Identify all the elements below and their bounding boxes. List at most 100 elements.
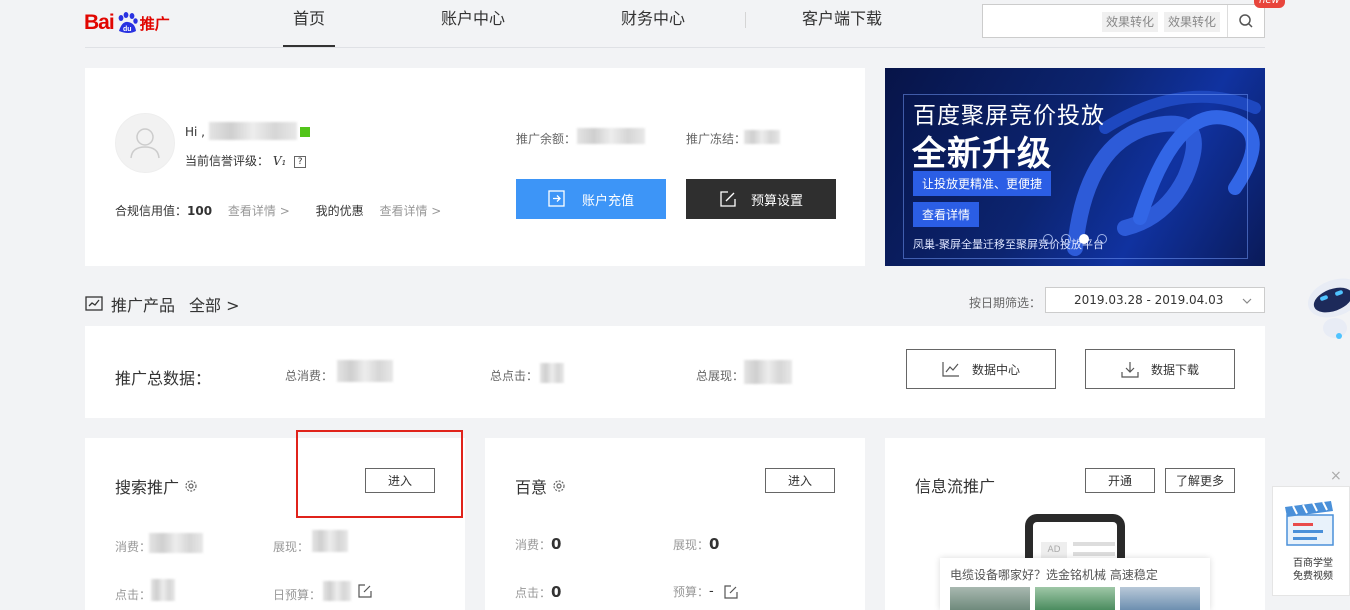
summary-card: 推广总数据： 总消费： 总点击： 总展现： 数据中心 数据下载: [85, 326, 1265, 418]
nav-home[interactable]: 首页: [283, 0, 335, 47]
total-impressions-redacted: [744, 360, 792, 384]
baiyi-impressions-label: 展现：: [673, 538, 710, 552]
banner-headline: 百度聚屏竞价投放: [913, 103, 1105, 129]
online-status-dot: [300, 127, 310, 137]
carousel-dot[interactable]: [1043, 234, 1053, 244]
edit-icon: [720, 191, 736, 207]
avatar[interactable]: [115, 113, 175, 173]
username-redacted: [209, 122, 297, 140]
baiyi-budget: 预算： -: [673, 583, 738, 600]
carousel-dot[interactable]: [1061, 234, 1071, 244]
ad-image: [950, 587, 1030, 610]
video-promo-widget[interactable]: 百商学堂 免费视频: [1272, 486, 1350, 596]
date-range-value: 2019.03.28 - 2019.04.03: [1074, 293, 1224, 307]
total-clicks-label: 总点击：: [490, 369, 539, 383]
top-header: Bai du 推广 首页 账户中心 财务中心 客户端下载 效果转化 效果转化 n…: [0, 0, 1350, 48]
baidu-tuiguang-logo[interactable]: Bai du 推广: [84, 6, 170, 40]
placeholder-line: [1073, 552, 1115, 556]
baiyi-card-header: 百意: [515, 474, 566, 498]
baiyi-spend-label: 消费：: [515, 538, 552, 552]
date-range-select[interactable]: 2019.03.28 - 2019.04.03: [1045, 287, 1265, 313]
products-section-title: 推广产品 全部 >: [85, 292, 240, 316]
line-chart-icon: [942, 362, 959, 377]
balance-label: 推广余额：: [516, 132, 577, 146]
carousel-dot-active[interactable]: [1079, 234, 1089, 244]
ad-image: [1035, 587, 1115, 610]
recharge-button[interactable]: 账户充值: [516, 179, 666, 219]
balance-redacted: [577, 128, 645, 144]
baiyi-clicks-value: 0: [551, 583, 562, 601]
search-card-header: 搜索推广: [115, 474, 198, 498]
nav-client-download[interactable]: 客户端下载: [799, 0, 885, 47]
products-all-link[interactable]: 全部 >: [189, 292, 240, 316]
banner-cta[interactable]: 查看详情: [913, 202, 980, 227]
search-spend-label: 消费：: [115, 540, 152, 554]
credit-rating: 当前信誉评级： V₁ ?: [185, 152, 307, 169]
close-icon[interactable]: ×: [1330, 468, 1342, 484]
assistant-robot[interactable]: [1305, 278, 1350, 346]
data-center-label: 数据中心: [971, 362, 1020, 377]
baiyi-card: 百意 进入 消费：0 展现：0 点击：0 预算： -: [485, 438, 865, 610]
paw-icon: du: [115, 11, 139, 35]
compliance-detail-link[interactable]: 查看详情 >: [228, 204, 290, 218]
chevron-down-icon: [1242, 298, 1252, 304]
ad-label: AD: [1041, 542, 1067, 558]
nav-account-center[interactable]: 账户中心: [437, 0, 509, 47]
baiyi-card-title: 百意: [515, 478, 548, 497]
greeting: Hi ,: [185, 125, 205, 139]
download-icon: [1121, 361, 1139, 378]
summary-title: 推广总数据：: [115, 369, 212, 388]
gear-icon[interactable]: [552, 479, 566, 493]
nav-finance-center[interactable]: 财务中心: [617, 0, 689, 47]
search-tag[interactable]: 效果转化: [1164, 12, 1221, 32]
total-clicks-redacted: [540, 363, 564, 383]
logo-bai: Bai: [84, 11, 115, 34]
total-spend-redacted: [337, 360, 393, 382]
edit-icon[interactable]: [358, 584, 372, 598]
baiyi-impressions: 展现：0: [673, 535, 719, 553]
new-badge: new: [1254, 0, 1285, 8]
banner-title: 全新升级: [912, 134, 1052, 174]
ad-popup[interactable]: 电缆设备哪家好？选金铭机械 高速稳定: [940, 558, 1210, 610]
feed-open-button[interactable]: 开通: [1085, 468, 1155, 493]
compliance-label: 合规信用值：: [115, 204, 188, 218]
feed-card-title: 信息流推广: [915, 477, 996, 496]
header-divider: [85, 47, 1265, 48]
budget-settings-label: 预算设置: [750, 193, 803, 209]
credit-label: 当前信誉评级：: [185, 154, 270, 168]
highlight-box: [296, 430, 463, 518]
search-spend-redacted: [149, 533, 203, 553]
carousel-dot[interactable]: [1097, 234, 1107, 244]
edit-icon[interactable]: [724, 584, 738, 599]
coupon-detail-link[interactable]: 查看详情 >: [379, 204, 441, 218]
search-budget-label: 日预算：: [273, 588, 322, 602]
search-box[interactable]: 效果转化 效果转化: [982, 4, 1265, 38]
search-impressions-label: 展现：: [273, 540, 310, 554]
ad-image: [1120, 587, 1200, 610]
compliance-value: 100: [187, 204, 213, 218]
gear-icon[interactable]: [184, 479, 198, 493]
search-button[interactable]: [1227, 5, 1264, 37]
feed-learn-more-button[interactable]: 了解更多: [1165, 468, 1235, 493]
placeholder-line: [1073, 542, 1115, 546]
help-icon[interactable]: ?: [294, 155, 307, 168]
frozen-label: 推广冻结：: [686, 132, 747, 146]
baiyi-budget-value: -: [709, 584, 714, 599]
budget-settings-button[interactable]: 预算设置: [686, 179, 836, 219]
robot-icon: [1307, 278, 1350, 339]
search-impressions-redacted: [312, 530, 348, 552]
data-download-button[interactable]: 数据下载: [1085, 349, 1235, 389]
search-tag[interactable]: 效果转化: [1102, 12, 1159, 32]
user-icon: [130, 128, 160, 159]
search-budget-redacted: [323, 581, 351, 601]
search-clicks-label: 点击：: [115, 588, 152, 602]
promo-banner[interactable]: 百度聚屏竞价投放 全新升级 让投放更精准、更便捷 查看详情 凤巢-聚屏全量迁移至…: [885, 68, 1265, 266]
ad-popup-text: 电缆设备哪家好？选金铭机械 高速稳定: [950, 568, 1158, 582]
account-card: Hi , 当前信誉评级： V₁ ? 合规信用值：100 查看详情 > 我的优惠 …: [85, 68, 865, 266]
data-download-label: 数据下载: [1150, 362, 1199, 377]
recharge-label: 账户充值: [581, 193, 634, 209]
search-card-title: 搜索推广: [115, 478, 180, 497]
data-center-button[interactable]: 数据中心: [906, 349, 1056, 389]
baiyi-enter-button[interactable]: 进入: [765, 468, 835, 493]
date-filter-label: 按日期筛选：: [969, 296, 1042, 310]
